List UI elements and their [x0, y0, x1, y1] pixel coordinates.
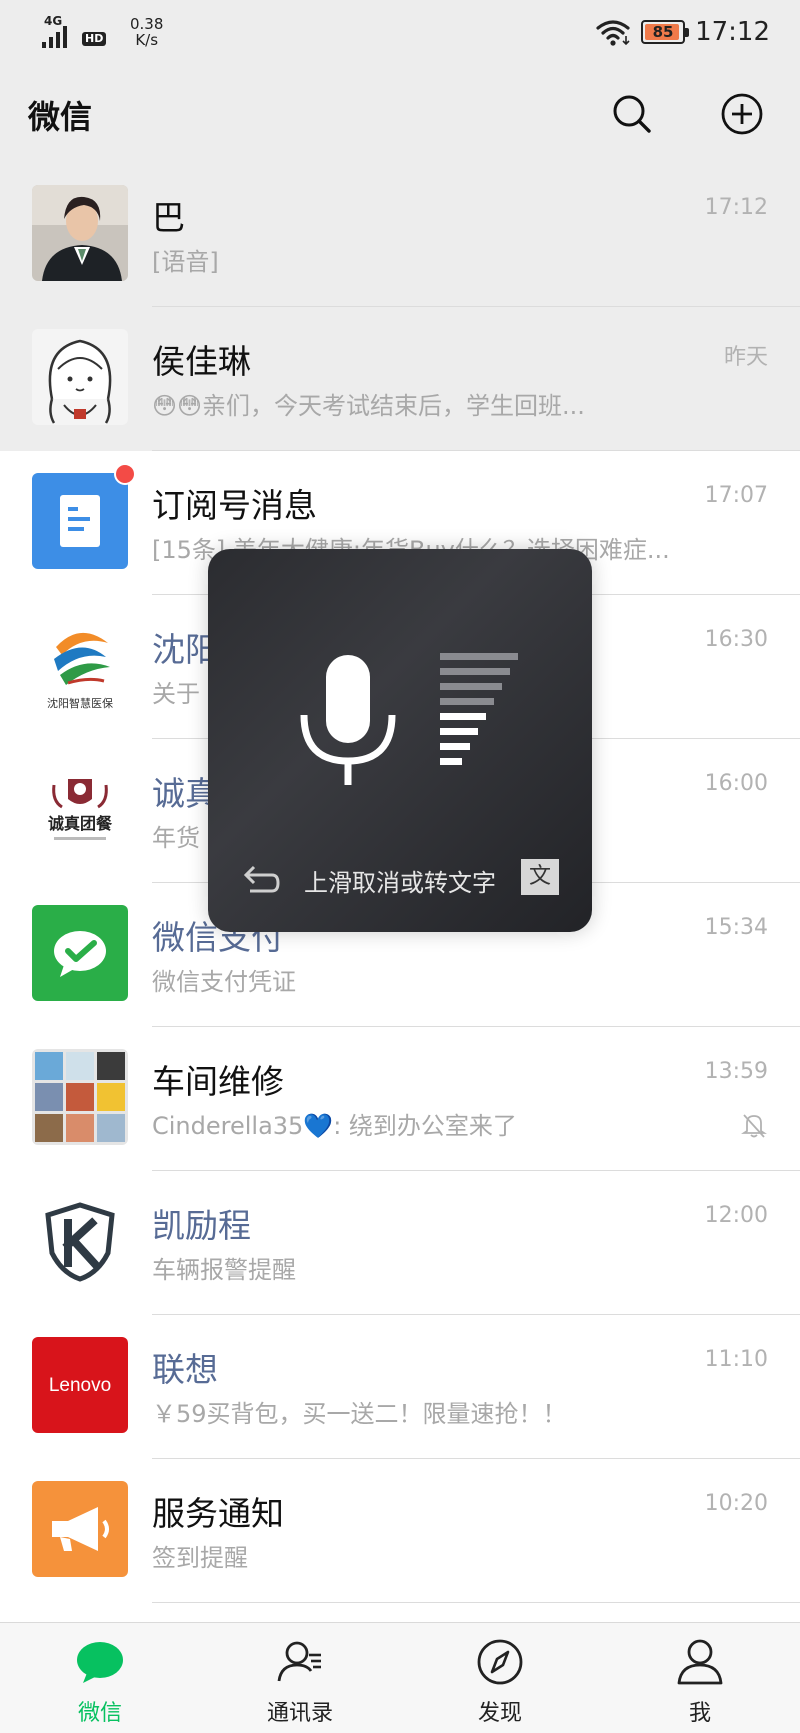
network-speed: 0.38 K/s: [130, 15, 164, 49]
chat-time: 16:00: [704, 771, 768, 796]
contacts-icon: [277, 1641, 321, 1682]
microphone-icon: [300, 655, 396, 785]
chat-preview: ￥59买背包，买一送二！限量速抢！！: [152, 1400, 567, 1428]
tab-label: 微信: [77, 1701, 122, 1726]
compass-icon: [477, 1639, 523, 1685]
chat-time: 15:34: [704, 915, 768, 940]
chat-name: 侯佳琳: [152, 342, 251, 381]
avatar: 诚真团餐: [32, 761, 128, 857]
chat-name: 联想: [152, 1350, 218, 1389]
cancel-undo-icon: [243, 865, 280, 893]
wifi-icon: [596, 20, 630, 46]
chat-row[interactable]: 车间维修 Cinderella35💙: 绕到办公室来了 13:59: [0, 1027, 800, 1171]
chat-time: 12:00: [704, 1203, 768, 1228]
chat-name: 服务通知: [152, 1494, 284, 1533]
volume-level-icon: [440, 653, 518, 765]
wechat-pay-icon: [54, 931, 106, 977]
tab-discover[interactable]: 发现: [400, 1623, 600, 1733]
chat-time: 17:07: [704, 483, 768, 508]
voice-hint: 上滑取消或转文字: [304, 869, 496, 897]
avatar: [32, 185, 128, 281]
chat-time: 17:12: [704, 195, 768, 220]
chat-bubble-icon: [77, 1642, 123, 1683]
chat-preview: 车辆报警提醒: [152, 1256, 296, 1284]
chat-preview: 关于: [152, 680, 200, 708]
hd-badge: HD: [82, 32, 107, 46]
chat-time: 16:30: [704, 627, 768, 652]
subscription-icon: [60, 495, 100, 547]
unread-dot: [114, 463, 136, 485]
svg-text:Lenovo: Lenovo: [49, 1375, 111, 1396]
tab-chats[interactable]: 微信: [0, 1623, 200, 1733]
avatar: [32, 1481, 128, 1577]
group-avatar: [32, 1049, 128, 1145]
tab-label: 发现: [477, 1701, 522, 1726]
chat-time: 昨天: [723, 345, 768, 370]
chat-preview: 年货: [152, 824, 200, 852]
signal-icon: 4G HD: [42, 14, 122, 50]
tab-label: 我: [688, 1701, 711, 1726]
convert-to-text-button[interactable]: 文: [521, 859, 559, 895]
chat-name: 巴: [152, 198, 185, 237]
shield-k-logo: [45, 1202, 115, 1282]
chat-row[interactable]: 服务通知 签到提醒 10:20: [0, 1459, 800, 1603]
chat-name: 凯励程: [152, 1206, 251, 1245]
status-bar: 4G HD 0.38 K/s 85 17:12: [0, 0, 800, 68]
voice-record-overlay: 上滑取消或转文字 文: [208, 549, 592, 932]
chat-preview: 😳😳亲们，今天考试结束后，学生回班...: [152, 392, 585, 420]
chat-name: 订阅号消息: [152, 486, 317, 525]
avatar: 沈阳智慧医保: [32, 617, 128, 713]
add-circle-icon[interactable]: [720, 92, 764, 136]
chat-name: 车间维修: [152, 1062, 284, 1101]
megaphone-icon: [52, 1507, 109, 1551]
chat-time: 11:10: [704, 1347, 768, 1372]
tab-contacts[interactable]: 通讯录: [200, 1623, 400, 1733]
chat-preview: 微信支付凭证: [152, 968, 296, 996]
chat-time: 10:20: [704, 1491, 768, 1516]
svg-text:沈阳智慧医保: 沈阳智慧医保: [47, 696, 113, 710]
mute-bell-icon: [741, 1114, 767, 1138]
tab-label: 通讯录: [266, 1701, 333, 1726]
bottom-tab-bar: 微信 通讯录 发现 我: [0, 1622, 800, 1733]
tab-me[interactable]: 我: [600, 1623, 800, 1733]
battery-icon: 85: [641, 20, 690, 44]
avatar: [32, 1193, 128, 1289]
avatar: Lenovo: [32, 1337, 128, 1433]
app-header: 微信: [0, 68, 800, 163]
svg-text:诚真团餐: 诚真团餐: [48, 814, 113, 833]
avatar: [32, 905, 128, 1001]
status-clock: 17:12: [695, 17, 770, 47]
chat-preview: 签到提醒: [152, 1544, 248, 1572]
search-icon[interactable]: [610, 92, 654, 136]
avatar: [32, 473, 128, 569]
person-icon: [677, 1639, 723, 1685]
chat-row[interactable]: 巴 [语音] 17:12: [0, 163, 800, 307]
chat-preview: Cinderella35💙: 绕到办公室来了: [152, 1112, 517, 1140]
page-title: 微信: [28, 98, 93, 136]
chat-preview: [语音]: [152, 248, 219, 276]
chat-row[interactable]: 侯佳琳 😳😳亲们，今天考试结束后，学生回班... 昨天: [0, 307, 800, 451]
emoji-blush: 😳😳: [152, 392, 203, 420]
battery-level: 85: [652, 23, 674, 41]
chat-row[interactable]: 凯励程 车辆报警提醒 12:00: [0, 1171, 800, 1315]
avatar: [32, 329, 128, 425]
chat-row[interactable]: Lenovo 联想 ￥59买背包，买一送二！限量速抢！！ 11:10: [0, 1315, 800, 1459]
chat-time: 13:59: [704, 1059, 768, 1084]
